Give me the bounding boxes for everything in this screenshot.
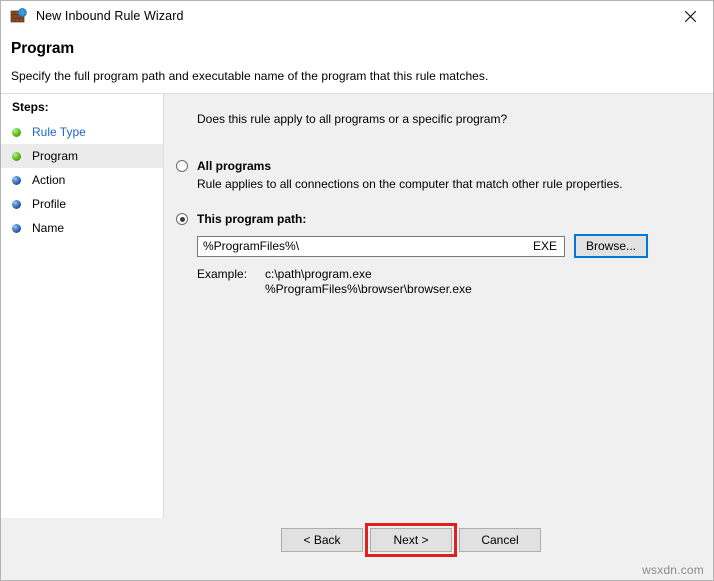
example-line: %ProgramFiles%\browser\browser.exe bbox=[265, 282, 472, 297]
question-text: Does this rule apply to all programs or … bbox=[197, 112, 507, 126]
sidebar-item-name[interactable]: Name bbox=[1, 216, 163, 240]
sidebar-item-label: Name bbox=[32, 221, 64, 235]
program-path-value: %ProgramFiles%\ bbox=[203, 239, 533, 253]
wizard-window: New Inbound Rule Wizard Program Specify … bbox=[0, 0, 714, 581]
back-button[interactable]: < Back bbox=[281, 528, 363, 552]
option-all-programs[interactable]: All programs Rule applies to all connect… bbox=[176, 159, 623, 191]
step-bullet-icon bbox=[12, 176, 21, 185]
steps-sidebar: Steps: Rule Type Program Action Profile … bbox=[1, 93, 164, 518]
sidebar-item-label: Rule Type bbox=[32, 125, 86, 139]
step-bullet-icon bbox=[12, 200, 21, 209]
option-all-programs-description: Rule applies to all connections on the c… bbox=[197, 177, 623, 191]
page-title: Program bbox=[11, 40, 713, 58]
step-bullet-icon bbox=[12, 152, 21, 161]
sidebar-item-action[interactable]: Action bbox=[1, 168, 163, 192]
program-path-row: %ProgramFiles%\ EXE Browse... bbox=[197, 234, 648, 258]
sidebar-item-label: Action bbox=[32, 173, 65, 187]
example-line: c:\path\program.exe bbox=[265, 267, 472, 282]
sidebar-item-program[interactable]: Program bbox=[1, 144, 163, 168]
main-content: Does this rule apply to all programs or … bbox=[164, 93, 713, 518]
title-bar: New Inbound Rule Wizard bbox=[1, 1, 713, 31]
window-title: New Inbound Rule Wizard bbox=[36, 9, 184, 23]
radio-all-programs[interactable] bbox=[176, 160, 188, 172]
example-block: Example: c:\path\program.exe %ProgramFil… bbox=[197, 267, 648, 297]
radio-this-program-path[interactable] bbox=[176, 213, 188, 225]
option-this-program-path-head[interactable]: This program path: bbox=[176, 212, 648, 226]
next-button[interactable]: Next > bbox=[370, 528, 452, 552]
firewall-wall-globe-icon bbox=[10, 7, 28, 25]
sidebar-item-profile[interactable]: Profile bbox=[1, 192, 163, 216]
sidebar-item-label: Profile bbox=[32, 197, 66, 211]
option-all-programs-label: All programs bbox=[197, 159, 271, 173]
example-label: Example: bbox=[197, 267, 265, 297]
page-subtitle: Specify the full program path and execut… bbox=[11, 69, 713, 83]
browse-button[interactable]: Browse... bbox=[574, 234, 648, 258]
watermark: wsxdn.com bbox=[642, 563, 704, 577]
page-header: Program Specify the full program path an… bbox=[1, 31, 713, 93]
option-this-program-path[interactable]: This program path: %ProgramFiles%\ EXE B… bbox=[176, 212, 648, 297]
sidebar-item-rule-type[interactable]: Rule Type bbox=[1, 120, 163, 144]
cancel-button[interactable]: Cancel bbox=[459, 528, 541, 552]
example-lines: c:\path\program.exe %ProgramFiles%\brows… bbox=[265, 267, 472, 297]
option-this-program-path-label: This program path: bbox=[197, 212, 306, 226]
option-all-programs-head[interactable]: All programs bbox=[176, 159, 623, 173]
body-region: Steps: Rule Type Program Action Profile … bbox=[1, 93, 713, 518]
footer-button-bar: < Back Next > Cancel wsxdn.com bbox=[1, 518, 713, 580]
steps-heading: Steps: bbox=[1, 94, 163, 120]
close-icon[interactable] bbox=[667, 1, 713, 31]
program-path-input[interactable]: %ProgramFiles%\ EXE bbox=[197, 236, 565, 257]
program-path-suffix: EXE bbox=[533, 239, 559, 253]
step-bullet-icon bbox=[12, 224, 21, 233]
step-bullet-icon bbox=[12, 128, 21, 137]
sidebar-item-label: Program bbox=[32, 149, 78, 163]
